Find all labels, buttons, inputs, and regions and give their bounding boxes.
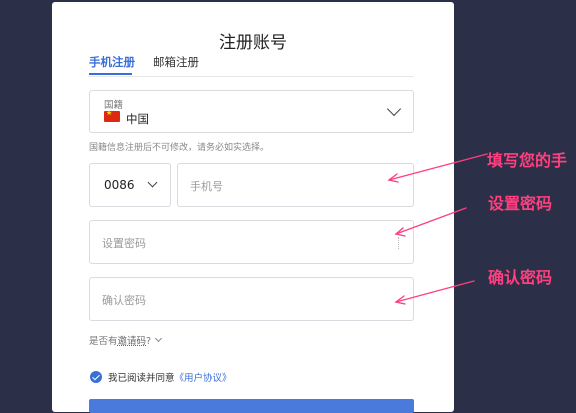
annotation-phone: 填写您的手	[487, 151, 568, 170]
annotation-confirm: 确认密码	[488, 268, 553, 287]
password-arrow	[395, 207, 467, 235]
annotation-password: 设置密码	[488, 194, 553, 213]
confirm-arrow	[395, 280, 475, 303]
phone-arrow	[388, 153, 488, 181]
